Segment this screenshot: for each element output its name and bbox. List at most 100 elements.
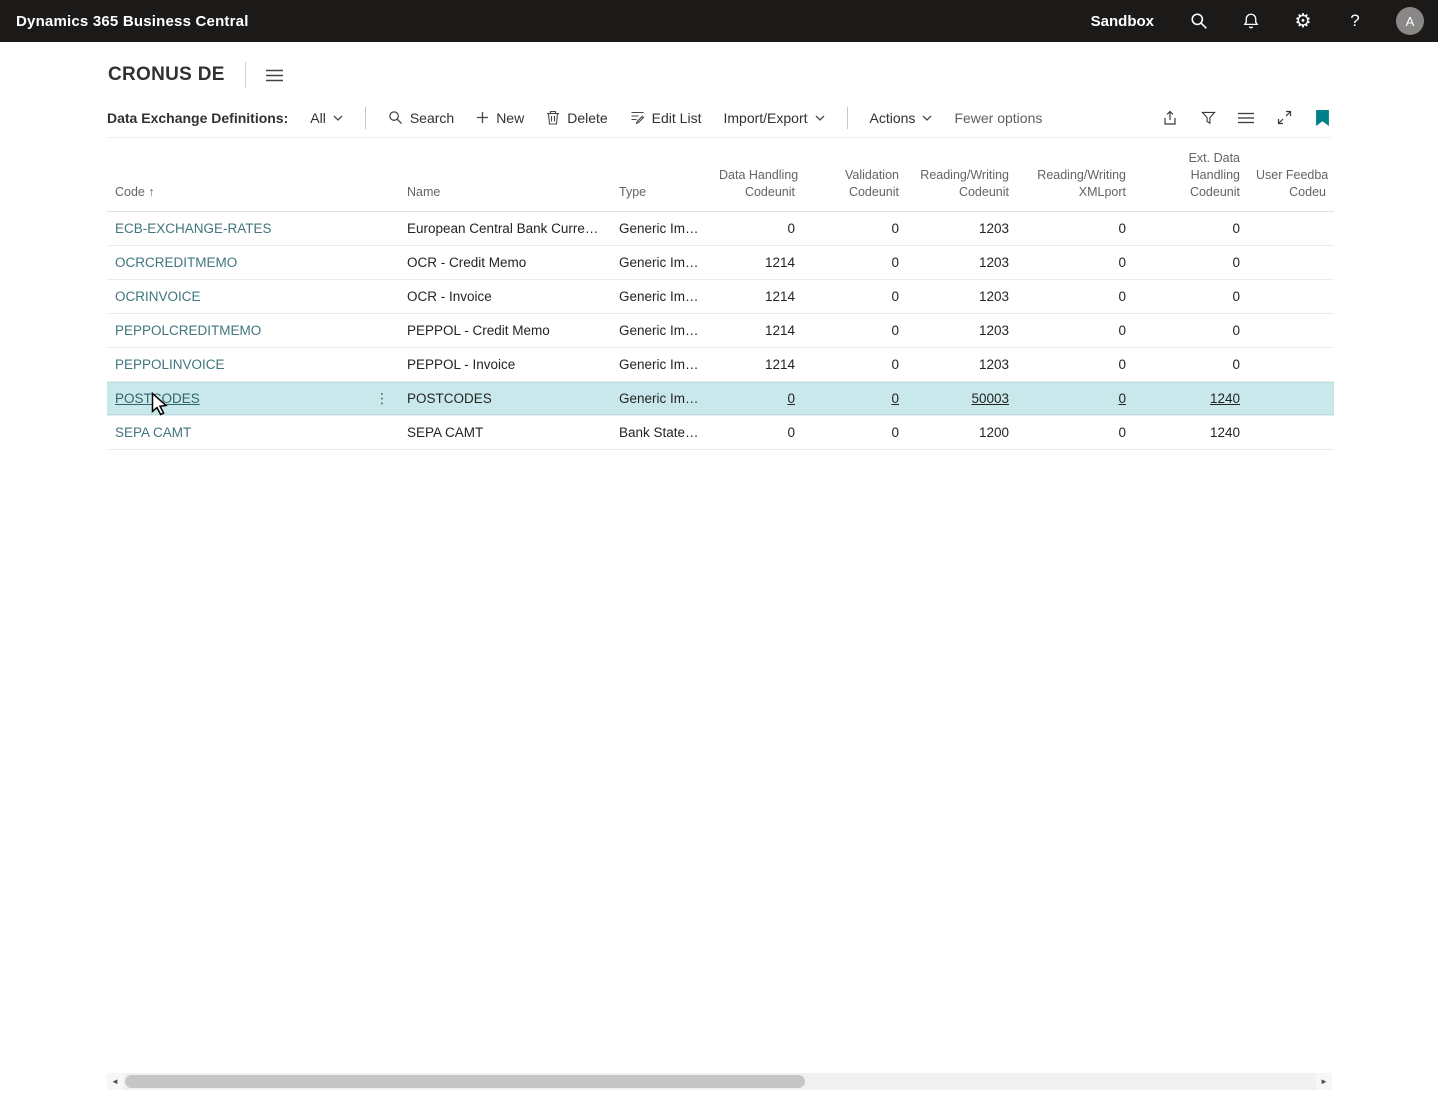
import-export-dropdown[interactable]: Import/Export (723, 110, 824, 126)
avatar[interactable]: A (1396, 7, 1424, 35)
app-title[interactable]: Dynamics 365 Business Central (16, 13, 249, 30)
column-header-label: Reading/Writing (1025, 167, 1126, 184)
list-view-icon[interactable] (1236, 108, 1256, 128)
column-header-label: Handling (1142, 167, 1240, 184)
cell-ext_data_handling_codeunit[interactable]: 1240 (1134, 391, 1248, 406)
cell-reading_writing_xmlport[interactable]: 0 (1017, 391, 1134, 406)
scroll-right-arrow-icon[interactable]: ► (1316, 1073, 1332, 1090)
column-header-label: Data Handling (719, 167, 795, 184)
cell-ext_data_handling_codeunit: 0 (1134, 357, 1248, 372)
cell-data_handling_codeunit[interactable]: 0 (711, 391, 803, 406)
plus-icon (476, 111, 489, 124)
header-divider (245, 62, 246, 88)
record-link[interactable]: OCRINVOICE (115, 289, 201, 304)
cell-validation_codeunit: 0 (803, 323, 907, 338)
menu-hamburger-icon[interactable] (266, 69, 283, 82)
cell-code[interactable]: POSTCODES ⋮ (107, 390, 399, 407)
top-bar: Dynamics 365 Business Central Sandbox ⚙ … (0, 0, 1438, 42)
cell-ext_data_handling_codeunit: 0 (1134, 255, 1248, 270)
delete-button[interactable]: Delete (546, 110, 607, 126)
delete-button-label: Delete (567, 110, 607, 126)
view-filter-dropdown[interactable]: All (310, 110, 343, 126)
table-row[interactable]: OCRINVOICEOCR - InvoiceGeneric Import121… (107, 280, 1334, 314)
cell-data_handling_codeunit: 0 (711, 221, 803, 236)
scroll-left-arrow-icon[interactable]: ◄ (107, 1073, 123, 1090)
filter-funnel-icon[interactable] (1198, 108, 1218, 128)
scrollbar-track[interactable] (123, 1073, 1316, 1090)
column-header-validation_codeunit[interactable]: ValidationCodeunit (803, 167, 907, 201)
table-row[interactable]: OCRCREDITMEMOOCR - Credit MemoGeneric Im… (107, 246, 1334, 280)
record-link[interactable]: ECB-EXCHANGE-RATES (115, 221, 272, 236)
column-header-name[interactable]: Name (399, 184, 611, 201)
column-header-label: Codeunit (915, 184, 1009, 201)
cell-code[interactable]: OCRINVOICE (107, 289, 399, 304)
record-link[interactable]: SEPA CAMT (115, 425, 191, 440)
scrollbar-thumb[interactable] (125, 1075, 805, 1088)
notifications-bell-icon[interactable] (1240, 10, 1262, 32)
row-options-icon[interactable]: ⋮ (375, 390, 391, 407)
new-button[interactable]: New (476, 110, 524, 126)
new-button-label: New (496, 110, 524, 126)
table-row[interactable]: ECB-EXCHANGE-RATESEuropean Central Bank … (107, 212, 1334, 246)
cell-type: Generic Import (611, 357, 711, 372)
cell-code[interactable]: PEPPOLINVOICE (107, 357, 399, 372)
cell-reading_writing_xmlport: 0 (1017, 289, 1134, 304)
top-bar-actions: Sandbox ⚙ ? A (1091, 7, 1428, 35)
record-link[interactable]: POSTCODES (115, 391, 200, 406)
column-header-label: Name (407, 184, 603, 201)
cell-reading_writing_codeunit: 1203 (907, 221, 1017, 236)
cell-reading_writing_codeunit: 1203 (907, 323, 1017, 338)
sort-ascending-icon: ↑ (145, 185, 155, 199)
cell-code[interactable]: SEPA CAMT (107, 425, 399, 440)
edit-list-button[interactable]: Edit List (630, 110, 702, 126)
record-link[interactable]: PEPPOLINVOICE (115, 357, 225, 372)
cell-name: POSTCODES (399, 391, 611, 406)
search-icon[interactable] (1188, 10, 1210, 32)
column-header-data_handling_codeunit[interactable]: Data HandlingCodeunit (711, 167, 803, 201)
cell-ext_data_handling_codeunit: 0 (1134, 221, 1248, 236)
column-header-label: Ext. Data (1142, 150, 1240, 167)
settings-gear-icon[interactable]: ⚙ (1292, 10, 1314, 32)
search-button-label: Search (410, 110, 454, 126)
cell-type: Generic Import (611, 323, 711, 338)
cell-code[interactable]: OCRCREDITMEMO (107, 255, 399, 270)
search-button[interactable]: Search (388, 110, 454, 126)
expand-fullscreen-icon[interactable] (1274, 108, 1294, 128)
fewer-options-button[interactable]: Fewer options (954, 110, 1042, 126)
import-export-label: Import/Export (723, 110, 807, 126)
cell-reading_writing_codeunit[interactable]: 50003 (907, 391, 1017, 406)
table-row[interactable]: PEPPOLCREDITMEMO PEPPOL - Credit MemoGene… (107, 314, 1334, 348)
column-header-label: Reading/Writing (915, 167, 1009, 184)
column-header-label: Codeu (1256, 184, 1326, 201)
cell-reading_writing_codeunit: 1203 (907, 255, 1017, 270)
column-header-user_feedback_codeunit[interactable]: User FeedbaCodeu (1248, 167, 1334, 201)
toolbar-separator (847, 107, 848, 129)
help-icon[interactable]: ? (1344, 10, 1366, 32)
column-header-reading_writing_codeunit[interactable]: Reading/WritingCodeunit (907, 167, 1017, 201)
column-header-label: Codeunit (1142, 184, 1240, 201)
record-link[interactable]: PEPPOLCREDITMEMO (115, 323, 261, 338)
table-row[interactable]: PEPPOLINVOICEPEPPOL - InvoiceGeneric Imp… (107, 348, 1334, 382)
column-header-code[interactable]: Code ↑ (107, 184, 399, 201)
column-header-reading_writing_xmlport[interactable]: Reading/WritingXMLport (1017, 167, 1134, 201)
share-icon[interactable] (1160, 108, 1180, 128)
cell-code[interactable]: ECB-EXCHANGE-RATES (107, 221, 399, 236)
column-header-type[interactable]: Type (611, 184, 711, 201)
record-link[interactable]: OCRCREDITMEMO (115, 255, 237, 270)
cell-ext_data_handling_codeunit: 0 (1134, 289, 1248, 304)
cell-type: Generic Import (611, 391, 711, 406)
actions-dropdown[interactable]: Actions (870, 110, 933, 126)
cell-reading_writing_xmlport: 0 (1017, 255, 1134, 270)
column-header-ext_data_handling_codeunit[interactable]: Ext. DataHandlingCodeunit (1134, 150, 1248, 201)
table-row[interactable]: POSTCODES⋮POSTCODESGeneric Import0050003… (107, 382, 1334, 416)
bookmark-icon[interactable] (1312, 108, 1332, 128)
chevron-down-icon (333, 115, 343, 121)
cell-validation_codeunit[interactable]: 0 (803, 391, 907, 406)
cell-name: PEPPOL - Credit Memo (399, 323, 611, 338)
cell-code[interactable]: PEPPOLCREDITMEMO (107, 323, 399, 338)
table-row[interactable]: SEPA CAMTSEPA CAMTBank Stateme...0012000… (107, 416, 1334, 450)
environment-badge[interactable]: Sandbox (1091, 13, 1154, 30)
column-header-label: Code ↑ (115, 184, 391, 201)
horizontal-scrollbar[interactable]: ◄ ► (107, 1073, 1332, 1090)
company-name[interactable]: CRONUS DE (108, 64, 225, 86)
